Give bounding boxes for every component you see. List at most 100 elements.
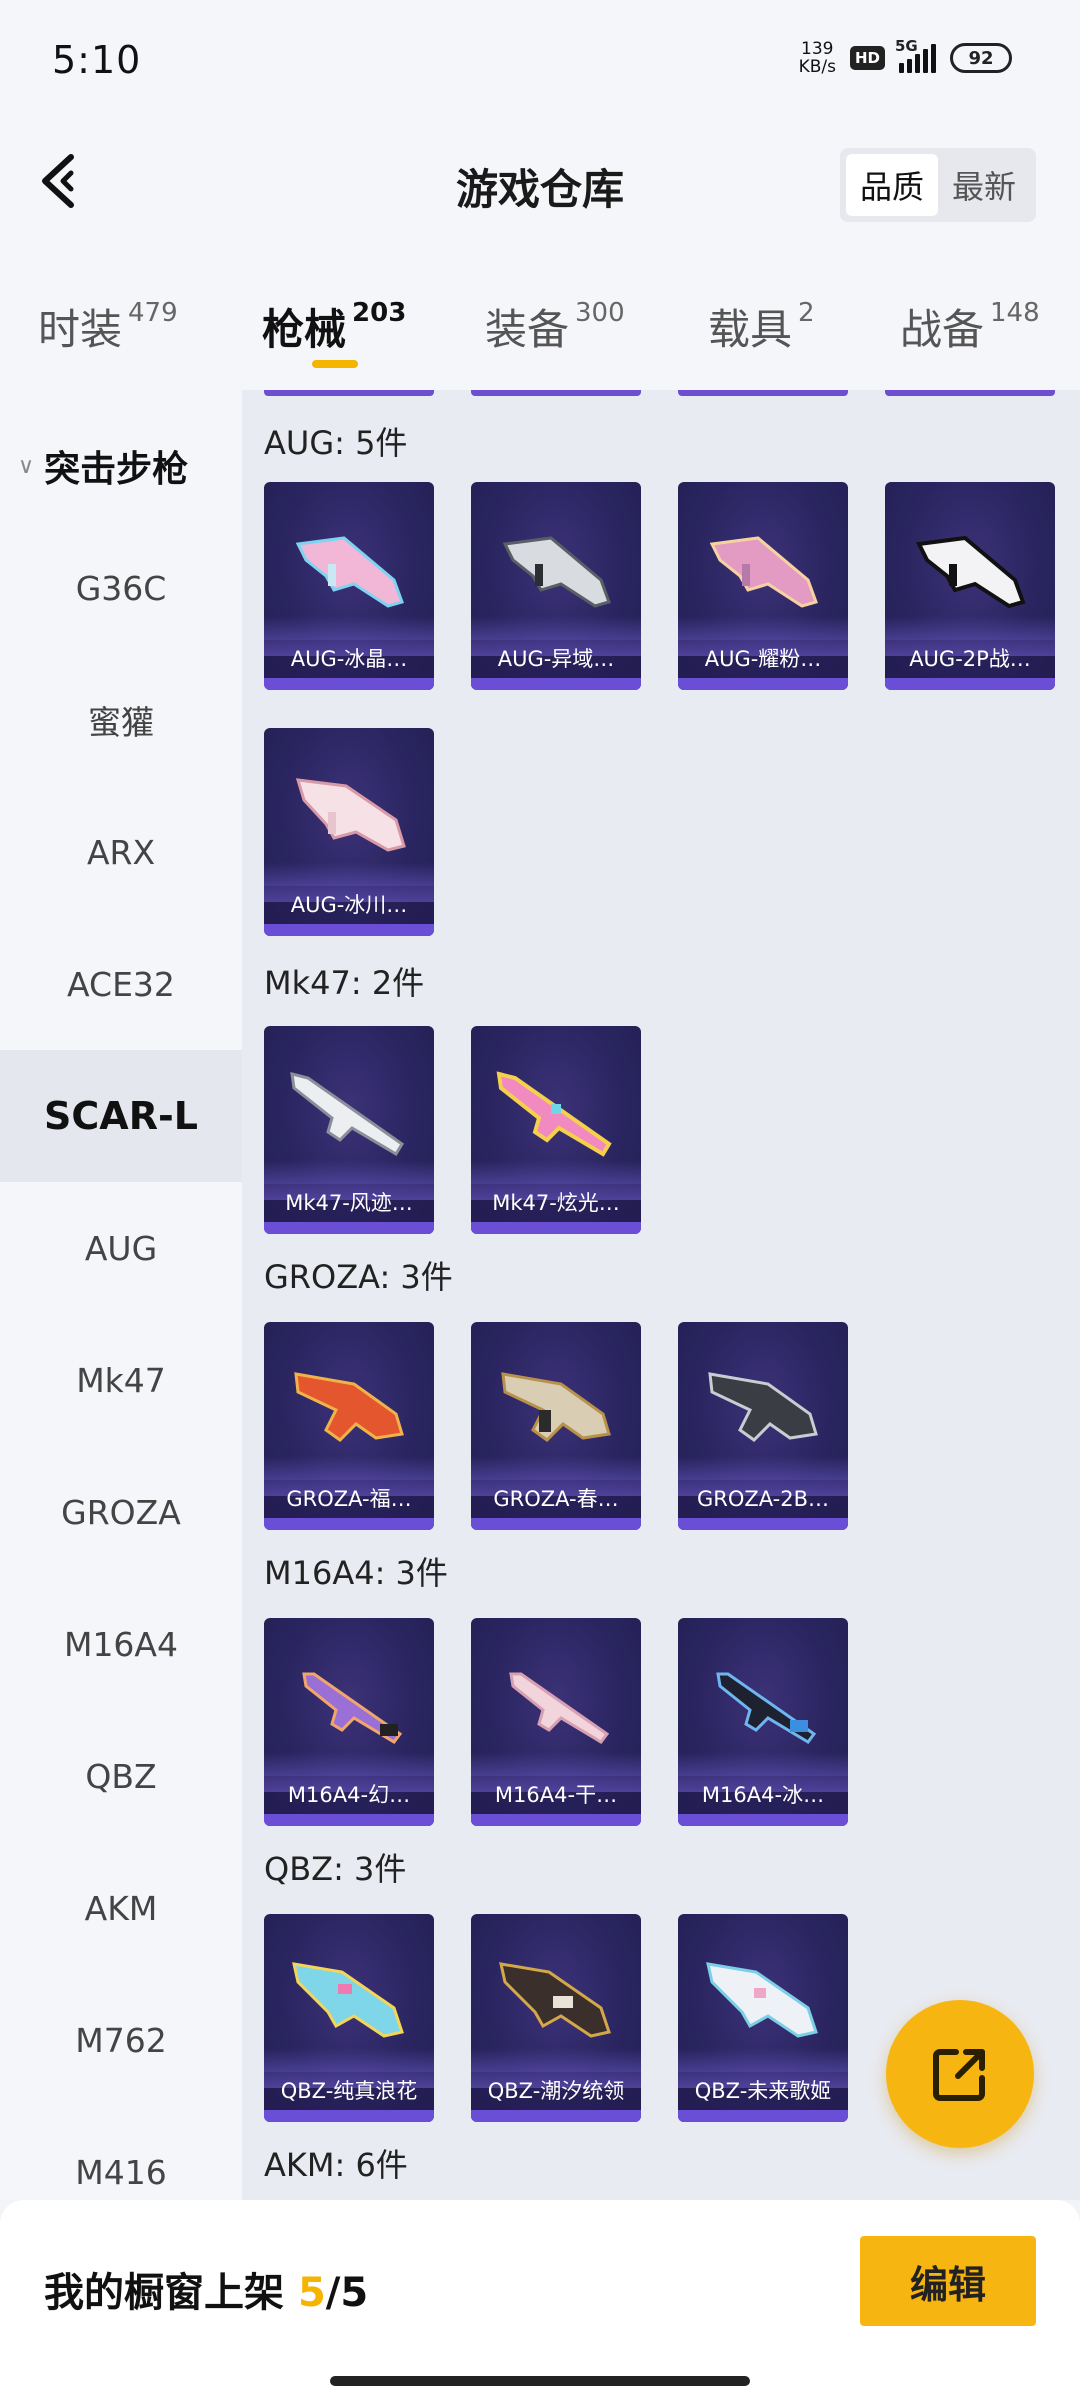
rifle-icon — [502, 536, 611, 608]
skin-card[interactable]: AUG-冰川… — [264, 728, 434, 936]
edit-button[interactable]: 编辑 — [860, 2236, 1036, 2326]
skin-card[interactable]: QBZ-未来歌姬 — [678, 1914, 848, 2122]
skin-card[interactable]: GROZA-春… — [471, 1322, 641, 1530]
sidebar-item-mk47[interactable]: Mk47 — [0, 1314, 242, 1446]
skin-card[interactable]: AUG-冰晶… — [264, 482, 434, 690]
sidebar-item-ace32[interactable]: ACE32 — [0, 918, 242, 1050]
battery-icon: 92 — [950, 43, 1012, 73]
tab-firearms[interactable]: 枪械 203 — [262, 296, 406, 357]
signal-bar — [899, 63, 904, 73]
skin-card[interactable]: AUG-耀粉… — [678, 482, 848, 690]
sidebar-item-m762[interactable]: M762 — [0, 1974, 242, 2106]
battery-level: 92 — [968, 47, 994, 69]
rifle-icon — [706, 1962, 818, 2038]
shelf-current-count: 5 — [297, 2270, 326, 2316]
category-tabs: 时装 479 枪械 203 装备 300 载具 2 战备 148 — [0, 240, 1080, 390]
section-title-aug: AUG: 5件 — [264, 424, 408, 462]
shelf-status: 我的橱窗上架 5/5 — [44, 2260, 368, 2318]
rifle-icon — [709, 536, 818, 608]
skin-card[interactable]: GROZA-2B… — [678, 1322, 848, 1530]
sort-newest-button[interactable]: 最新 — [938, 154, 1030, 216]
skin-card[interactable]: QBZ-纯真浪花 — [264, 1914, 434, 2122]
rifle-icon — [509, 1672, 610, 1744]
tab-combat-gear[interactable]: 战备 148 — [900, 296, 1040, 357]
rarity-strip — [471, 678, 641, 690]
skin-card[interactable]: QBZ-潮汐统领 — [471, 1914, 641, 2122]
home-indicator[interactable] — [330, 2376, 750, 2386]
rifle-icon — [302, 1672, 403, 1744]
share-button[interactable] — [886, 2000, 1034, 2148]
sidebar-item-akm[interactable]: AKM — [0, 1842, 242, 1974]
skin-card[interactable]: AUG-2P战… — [885, 482, 1055, 690]
skin-name: GROZA-春… — [471, 1480, 641, 1518]
rifle-icon — [708, 1372, 818, 1442]
shelf-separator: / — [325, 2270, 341, 2316]
tab-equipment[interactable]: 装备 300 — [485, 296, 625, 357]
rifle-icon — [295, 536, 404, 608]
shelf-total-count: 5 — [340, 2270, 369, 2316]
skin-grid: AUG: 5件 AUG-冰晶… AUG-异域… AUG-耀粉… AUG-2P战… — [242, 390, 1080, 2200]
skin-card[interactable]: Mk47-炫光… — [471, 1026, 641, 1234]
skin-name: GROZA-2B… — [678, 1480, 848, 1518]
sidebar-item-scar-l[interactable]: SCAR-L — [0, 1050, 242, 1182]
skin-card[interactable]: Mk47-风迹… — [264, 1026, 434, 1234]
sidebar-group-assault-rifles[interactable]: ∨ 突击步枪 — [18, 440, 188, 492]
scrolled-card-edge — [885, 390, 1055, 396]
section-title-m16a4: M16A4: 3件 — [264, 1554, 448, 1592]
rarity-strip — [471, 1518, 641, 1530]
net-speed-unit: KB/s — [798, 57, 836, 77]
sidebar-item-g36c[interactable]: G36C — [0, 522, 242, 654]
signal-bar — [931, 44, 936, 73]
rarity-strip — [264, 924, 434, 936]
hd-icon: HD — [849, 46, 885, 70]
rarity-strip — [264, 2110, 434, 2122]
rifle-icon — [294, 1372, 404, 1442]
sidebar-item-honey-badger[interactable]: 蜜獾 — [0, 654, 242, 786]
rifle-icon — [915, 535, 1026, 609]
sort-quality-button[interactable]: 品质 — [845, 154, 938, 216]
skin-name: QBZ-纯真浪花 — [264, 2072, 434, 2110]
skin-name: M16A4-冰… — [678, 1776, 848, 1814]
signal-bar — [915, 54, 920, 73]
sidebar-item-qbz[interactable]: QBZ — [0, 1710, 242, 1842]
sidebar-item-arx[interactable]: ARX — [0, 786, 242, 918]
rarity-strip — [678, 2110, 848, 2122]
tab-count: 148 — [990, 298, 1040, 328]
sidebar-item-groza[interactable]: GROZA — [0, 1446, 242, 1578]
section-title-groza: GROZA: 3件 — [264, 1258, 453, 1296]
skin-name: AUG-冰川… — [264, 886, 434, 924]
skin-card[interactable]: GROZA-福… — [264, 1322, 434, 1530]
status-bar: 5:10 139 KB/s HD 5G 92 — [0, 0, 1080, 120]
sidebar-item-m416[interactable]: M416 — [0, 2106, 242, 2200]
rifle-icon — [716, 1672, 817, 1744]
skin-name: AUG-异域… — [471, 640, 641, 678]
tab-label: 载具 — [708, 305, 793, 354]
header: 游戏仓库 品质 最新 — [0, 120, 1080, 240]
skin-card[interactable]: AUG-异域… — [471, 482, 641, 690]
skin-name: M16A4-干… — [471, 1776, 641, 1814]
sidebar-item-aug[interactable]: AUG — [0, 1182, 242, 1314]
signal-bar — [907, 59, 912, 73]
rarity-strip — [471, 1814, 641, 1826]
tab-fashion[interactable]: 时装 479 — [38, 296, 178, 357]
tab-vehicles[interactable]: 载具 2 — [708, 296, 815, 357]
share-external-icon — [933, 2049, 985, 2101]
tab-count: 479 — [128, 298, 178, 328]
skin-card[interactable]: M16A4-幻… — [264, 1618, 434, 1826]
rarity-strip — [678, 678, 848, 690]
rarity-strip — [678, 1518, 848, 1530]
shelf-label: 我的橱窗上架 — [44, 2270, 284, 2316]
rarity-strip — [471, 2110, 641, 2122]
rifle-icon — [295, 778, 406, 852]
tab-label: 枪械 — [262, 305, 347, 354]
sidebar-item-m16a4[interactable]: M16A4 — [0, 1578, 242, 1710]
rifle-icon — [496, 1071, 612, 1157]
tab-count: 300 — [575, 298, 625, 328]
skin-card[interactable]: M16A4-干… — [471, 1618, 641, 1826]
rarity-strip — [264, 1222, 434, 1234]
skin-card[interactable]: M16A4-冰… — [678, 1618, 848, 1826]
skin-name: GROZA-福… — [264, 1480, 434, 1518]
rifle-icon — [499, 1962, 611, 2038]
rarity-strip — [678, 1814, 848, 1826]
signal-bar — [923, 49, 928, 73]
